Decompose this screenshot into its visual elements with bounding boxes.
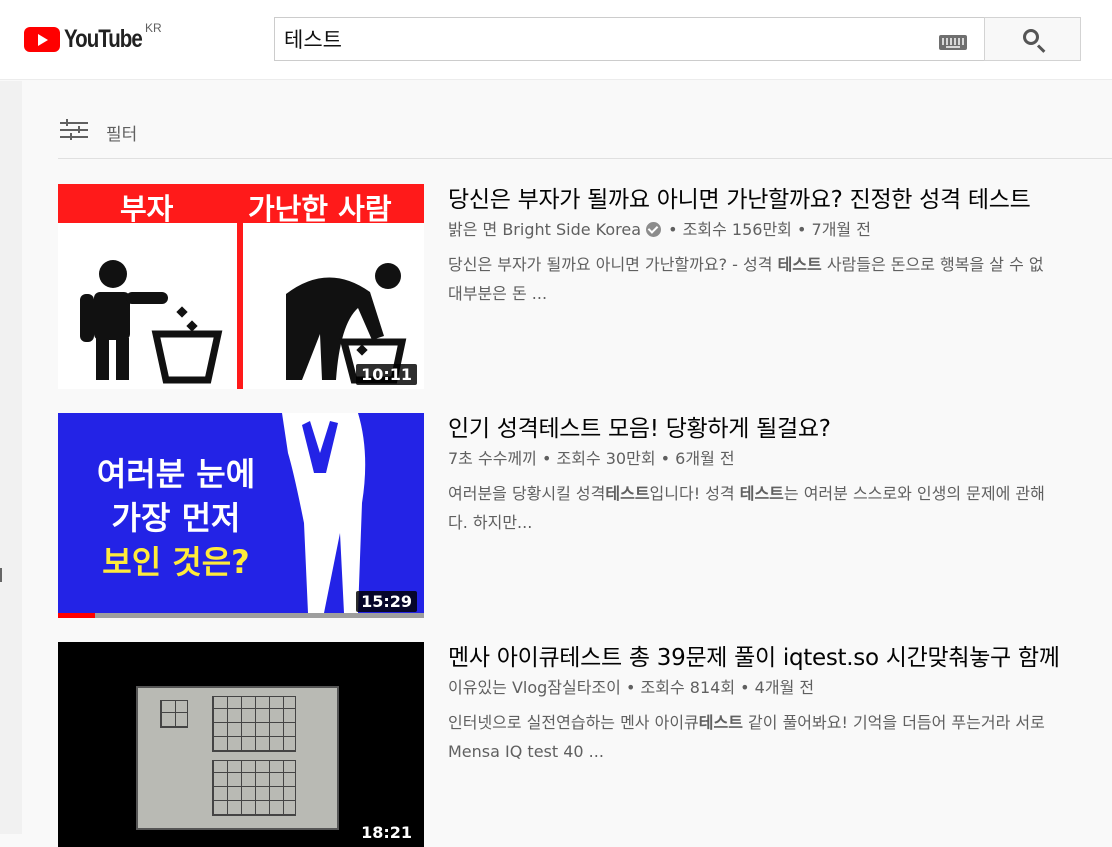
desc-highlight: 테스트	[777, 255, 822, 274]
region-code: KR	[145, 21, 162, 35]
separator: •	[541, 449, 552, 468]
desc-text: 다. 하지만...	[448, 513, 533, 532]
desc-text: 사람들은 돈으로 행복을 살 수 없	[821, 255, 1044, 274]
video-thumbnail[interactable]: 부자 가난한 사람 10:11	[58, 184, 424, 389]
desc-highlight: 테스트	[698, 713, 743, 732]
video-title[interactable]: 멘사 아이큐테스트 총 39문제 풀이 iqtest.so 시간맞춰놓구 함께	[448, 642, 1112, 674]
watch-progress-bar	[58, 613, 424, 618]
desc-text: Mensa IQ test 40 ...	[448, 742, 604, 761]
upload-age: 7개월 전	[811, 220, 871, 239]
desc-text: 는 여러분 스스로와 인생의 문제에 관해	[783, 484, 1045, 503]
separator: •	[626, 678, 636, 697]
search-box	[274, 17, 985, 61]
view-count: 조회수 156만회	[682, 220, 792, 239]
channel-name[interactable]: 7초 수수께끼	[448, 449, 537, 468]
video-thumbnail[interactable]: 여러분 눈에 가장 먼저 보인 것은? 15:29	[58, 413, 424, 618]
view-count: 조회수 30만회	[556, 449, 656, 468]
guide-sidebar-collapsed	[0, 81, 22, 834]
video-info: 당신은 부자가 될까요 아니면 가난할까요? 진정한 성격 테스트 밝은 면 B…	[448, 184, 1112, 308]
logo-text: YouTube	[64, 24, 143, 53]
filter-bar: 필터	[58, 112, 1112, 159]
video-meta: 밝은 면 Bright Side Korea • 조회수 156만회 • 7개월…	[448, 218, 1112, 242]
desc-text: 여러분을 당황시킬 성격	[448, 484, 606, 503]
trash-figures-illustration	[80, 260, 407, 384]
video-title[interactable]: 당신은 부자가 될까요 아니면 가난할까요? 진정한 성격 테스트	[448, 184, 1112, 216]
search-icon	[1023, 29, 1039, 45]
iq-puzzle-grid	[212, 760, 296, 816]
upload-age: 6개월 전	[675, 449, 735, 468]
video-meta: 7초 수수께끼 • 조회수 30만회 • 6개월 전	[448, 447, 1112, 471]
desc-text: 당신은 부자가 될까요 아니면 가난할까요? - 성격	[448, 255, 778, 274]
video-result[interactable]: 여러분 눈에 가장 먼저 보인 것은? 15:29 인기 성격테스트 모음! 당…	[58, 413, 1112, 618]
desc-text: 인터넷으로 실전연습하는 멘사 아이큐	[448, 713, 699, 732]
video-duration: 10:11	[356, 364, 417, 385]
video-result[interactable]: 18:21 멘사 아이큐테스트 총 39문제 풀이 iqtest.so 시간맞춰…	[58, 642, 1112, 847]
thumbnail-monitor	[136, 686, 339, 830]
desc-text: 대부분은 돈 ...	[448, 284, 548, 303]
sidebar-edge-marker	[0, 568, 2, 582]
silhouette-illustration	[282, 413, 366, 613]
watch-progress-fill	[58, 613, 95, 618]
channel-name[interactable]: 이유있는 Vlog잠실타조이	[448, 678, 621, 697]
separator: •	[797, 220, 807, 239]
desc-highlight: 테스트	[739, 484, 784, 503]
video-duration: 15:29	[356, 591, 417, 612]
tune-icon[interactable]	[60, 117, 90, 141]
video-title[interactable]: 인기 성격테스트 모음! 당황하게 될걸요?	[448, 413, 1112, 445]
separator: •	[668, 220, 678, 239]
search-input[interactable]	[284, 25, 924, 53]
video-info: 인기 성격테스트 모음! 당황하게 될걸요? 7초 수수께끼 • 조회수 30만…	[448, 413, 1112, 537]
verified-badge-icon	[646, 222, 662, 237]
upload-age: 4개월 전	[754, 678, 815, 697]
video-description: 인터넷으로 실전연습하는 멘사 아이큐테스트 같이 풀어봐요! 기억을 더듬어 …	[448, 708, 1112, 766]
desc-text: 같이 풀어봐요! 기억을 더듬어 푸는거라 서로	[742, 713, 1045, 732]
separator: •	[740, 678, 750, 697]
iq-puzzle-grid	[212, 696, 296, 752]
video-thumbnail[interactable]: 18:21	[58, 642, 424, 847]
iq-puzzle-grid	[160, 700, 188, 728]
video-duration: 18:21	[356, 822, 417, 843]
masthead: YouTube KR	[0, 0, 1112, 80]
youtube-logo[interactable]: YouTube KR	[24, 21, 162, 54]
desc-highlight: 테스트	[605, 484, 650, 503]
youtube-play-icon	[24, 26, 60, 52]
keyboard-icon[interactable]	[939, 35, 967, 50]
desc-text: 입니다! 성격	[649, 484, 740, 503]
video-meta: 이유있는 Vlog잠실타조이 • 조회수 814회 • 4개월 전	[448, 676, 1112, 700]
video-description: 당신은 부자가 될까요 아니면 가난할까요? - 성격 테스트 사람들은 돈으로…	[448, 250, 1112, 308]
video-result[interactable]: 부자 가난한 사람 10:11 당신은 부자가 될까요 아니면 가난할까요? 진…	[58, 184, 1112, 389]
video-description: 여러분을 당황시킬 성격테스트입니다! 성격 테스트는 여러분 스스로와 인생의…	[448, 479, 1112, 537]
filter-label[interactable]: 필터	[106, 120, 137, 145]
search-button[interactable]	[984, 17, 1081, 61]
view-count: 조회수 814회	[640, 678, 736, 697]
channel-name[interactable]: 밝은 면 Bright Side Korea	[448, 220, 641, 239]
video-info: 멘사 아이큐테스트 총 39문제 풀이 iqtest.so 시간맞춰놓구 함께 …	[448, 642, 1112, 766]
separator: •	[660, 449, 671, 468]
